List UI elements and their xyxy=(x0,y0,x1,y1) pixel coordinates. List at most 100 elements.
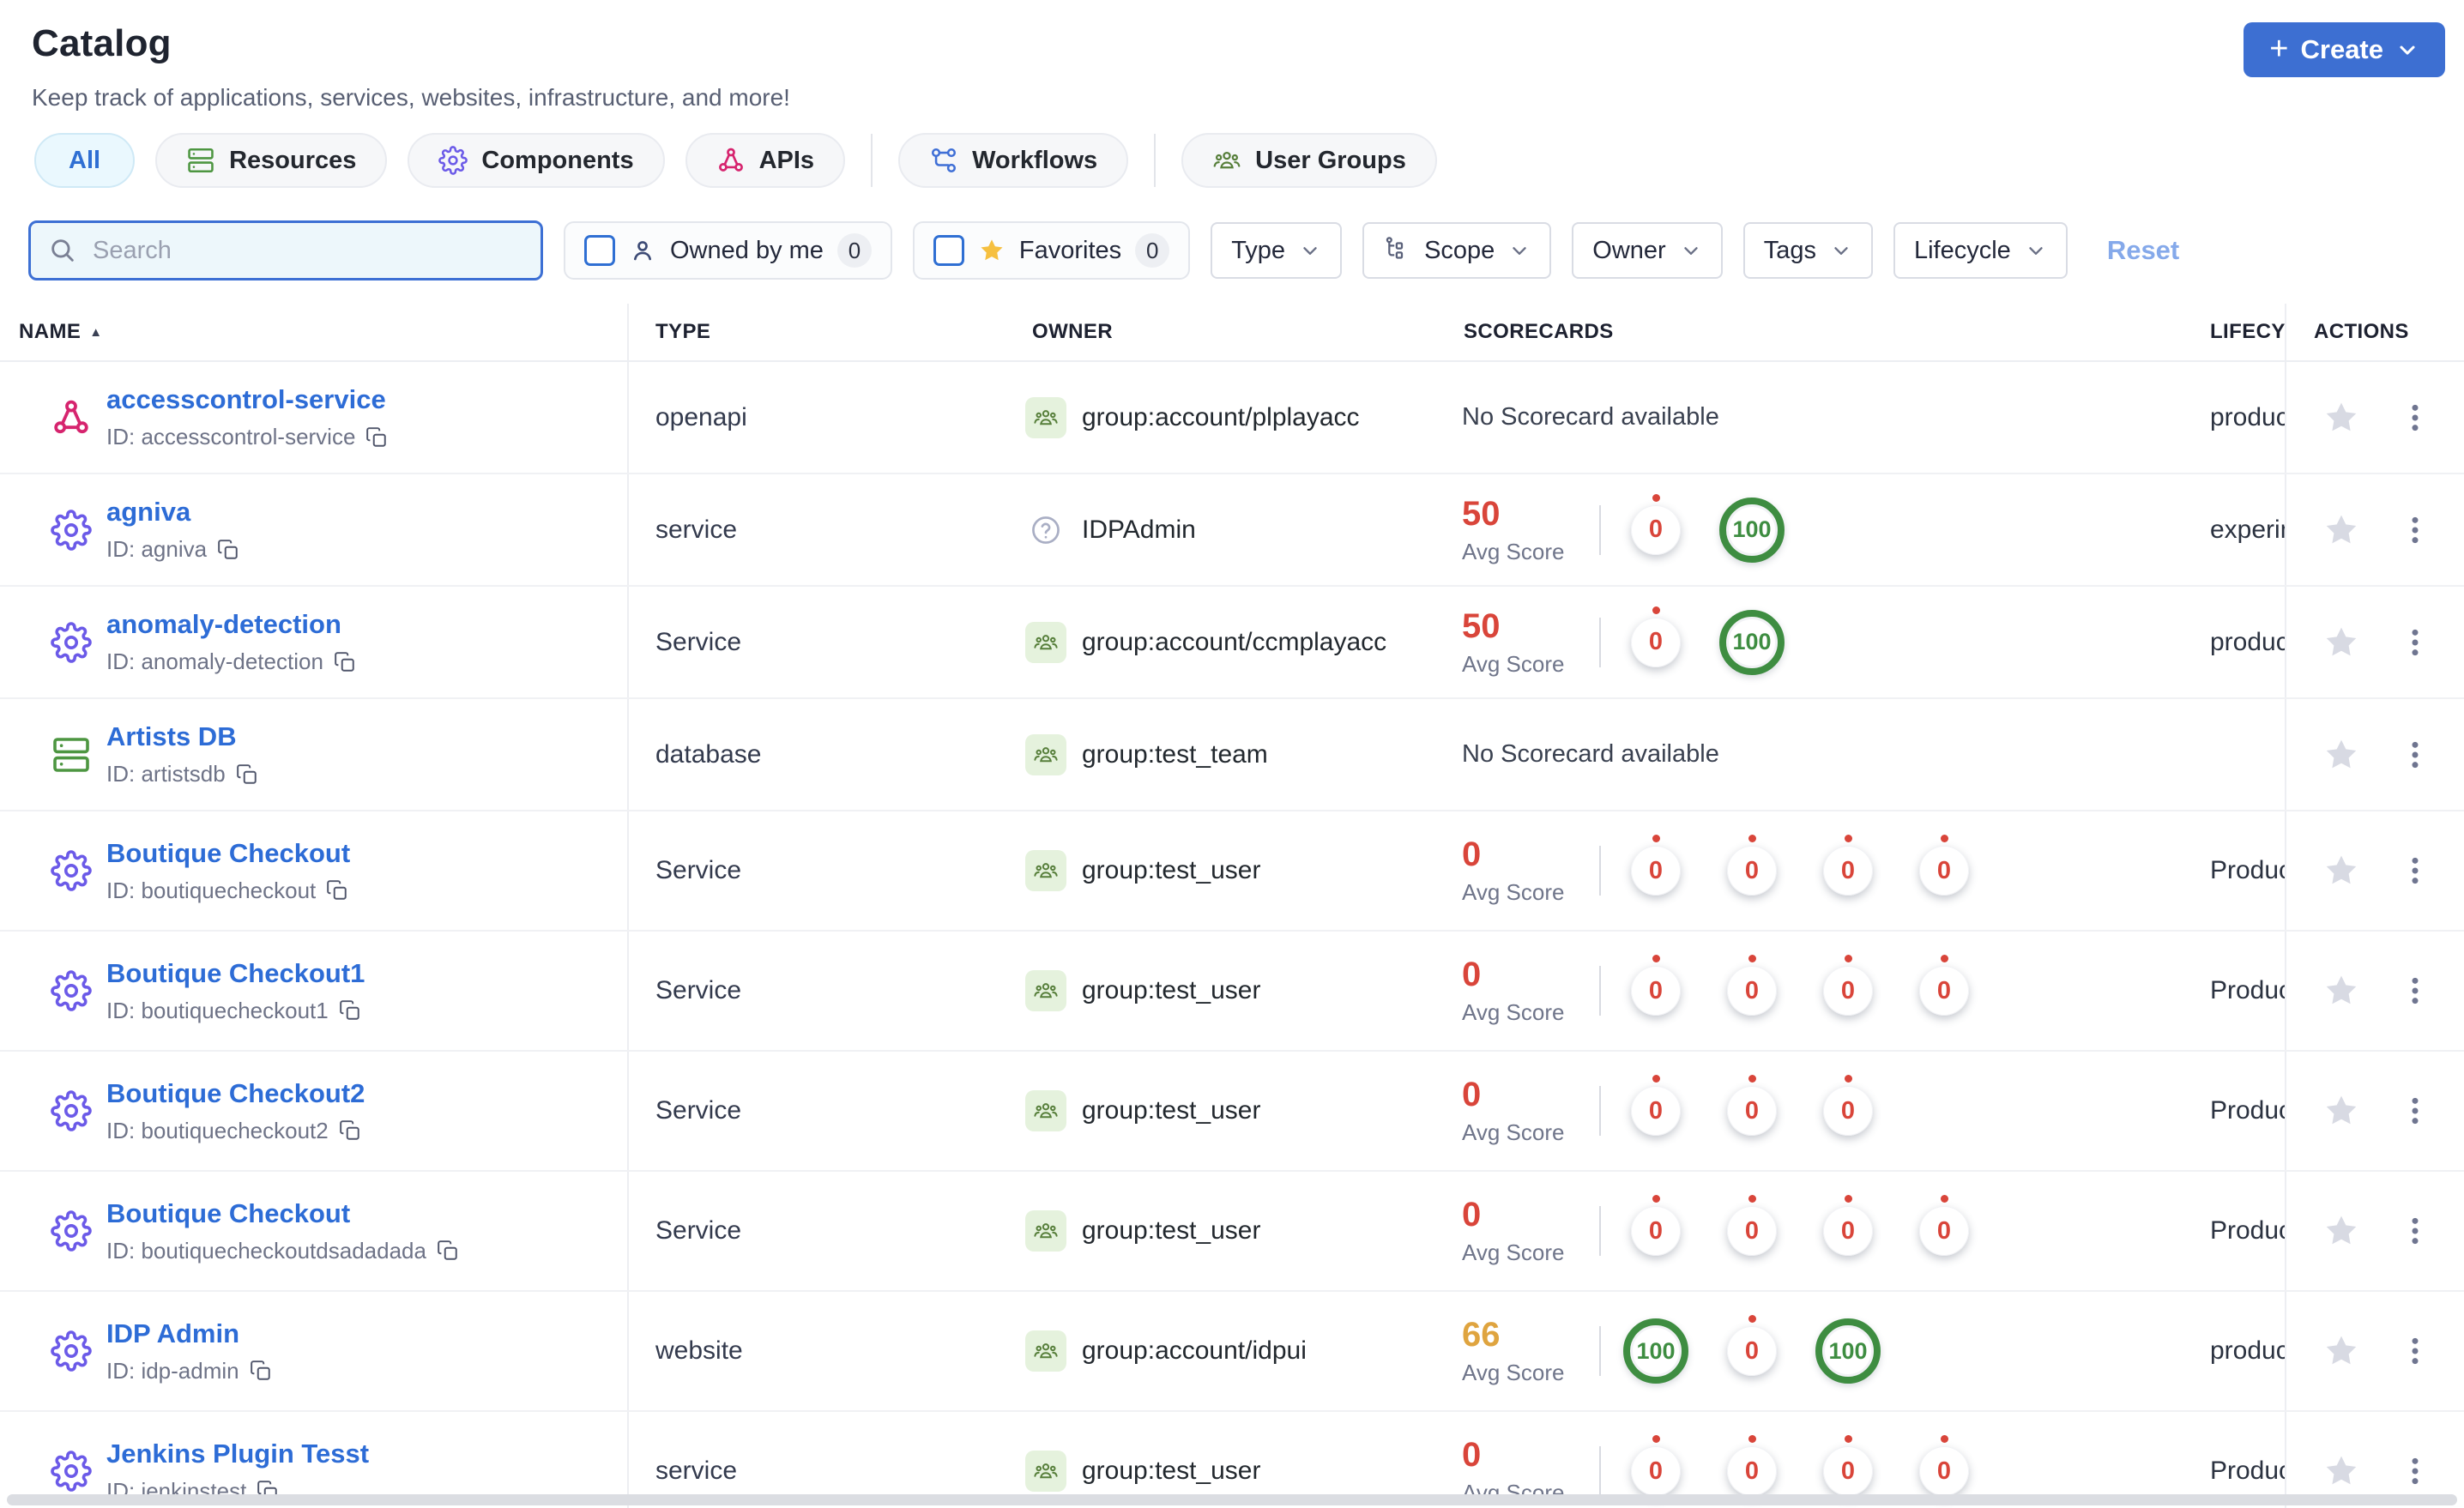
row-menu-kebab-icon[interactable] xyxy=(2398,401,2432,435)
scope-dropdown[interactable]: Scope xyxy=(1362,222,1552,279)
row-menu-kebab-icon[interactable] xyxy=(2398,974,2432,1008)
favorite-toggle-star-icon[interactable] xyxy=(2322,1092,2360,1130)
owned-by-me-checkbox[interactable] xyxy=(584,235,615,266)
gear-icon xyxy=(49,1451,94,1492)
scorecard-ring-0[interactable]: 0 xyxy=(1719,1195,1785,1265)
scorecard-ring-0[interactable]: 0 xyxy=(1911,835,1977,905)
favorite-toggle-star-icon[interactable] xyxy=(2322,736,2360,774)
scorecard-ring-100[interactable]: 100 xyxy=(1815,1317,1881,1385)
search-input[interactable] xyxy=(93,236,523,265)
scorecard-ring-0[interactable]: 0 xyxy=(1623,835,1688,905)
copy-icon[interactable] xyxy=(326,879,348,902)
favorites-checkbox[interactable] xyxy=(933,235,964,266)
table-header-row: NAME ▲ TYPE OWNER SCORECARDS LIFECYCLE A… xyxy=(0,304,2464,362)
favorite-toggle-star-icon[interactable] xyxy=(2322,624,2360,661)
entity-name-link[interactable]: Boutique Checkout1 xyxy=(106,958,365,988)
row-menu-kebab-icon[interactable] xyxy=(2398,1214,2432,1248)
scorecard-ring-0[interactable]: 0 xyxy=(1623,1195,1688,1265)
scorecard-ring-0[interactable]: 0 xyxy=(1623,606,1688,677)
entity-name-link[interactable]: anomaly-detection xyxy=(106,609,341,639)
scorecard-ring-100[interactable]: 100 xyxy=(1719,608,1785,677)
tab-apis[interactable]: APIs xyxy=(685,133,846,188)
entity-name-link[interactable]: Boutique Checkout xyxy=(106,838,350,868)
owner-cell: group:test_team xyxy=(1025,733,1458,775)
owner-cell: group:account/ccmplayacc xyxy=(1025,621,1458,663)
scorecard-ring-0[interactable]: 0 xyxy=(1815,1075,1881,1145)
entity-name-link[interactable]: Jenkins Plugin Tesst xyxy=(106,1439,369,1469)
column-header-lifecycle[interactable]: LIFECYCLE xyxy=(2198,304,2286,360)
scorecard-ring-0[interactable]: 0 xyxy=(1719,1315,1785,1385)
scorecards-cell: 66 Avg Score 100 0 100 xyxy=(1458,1315,2198,1386)
tab-user-groups[interactable]: User Groups xyxy=(1181,133,1437,188)
lifecycle-cell: Production xyxy=(2198,1052,2286,1170)
copy-icon[interactable] xyxy=(365,426,388,449)
entity-name-link[interactable]: agniva xyxy=(106,497,190,527)
column-header-name[interactable]: NAME ▲ xyxy=(0,304,629,360)
scorecard-ring-0[interactable]: 0 xyxy=(1623,1075,1688,1145)
scorecard-ring-0[interactable]: 0 xyxy=(1623,955,1688,1025)
entity-name-link[interactable]: Boutique Checkout xyxy=(106,1198,350,1228)
column-header-owner[interactable]: OWNER xyxy=(1025,320,1458,344)
favorite-toggle-star-icon[interactable] xyxy=(2322,1212,2360,1250)
owned-by-me-filter[interactable]: Owned by me 0 xyxy=(564,221,892,280)
tab-resources[interactable]: Resources xyxy=(155,133,388,188)
scorecard-ring-0[interactable]: 0 xyxy=(1815,955,1881,1025)
tab-components[interactable]: Components xyxy=(408,133,665,188)
entity-name-link[interactable]: accesscontrol-service xyxy=(106,384,386,414)
copy-icon[interactable] xyxy=(339,999,361,1022)
favorite-toggle-star-icon[interactable] xyxy=(2322,1332,2360,1370)
row-menu-kebab-icon[interactable] xyxy=(2398,738,2432,772)
tab-all[interactable]: All xyxy=(34,133,136,188)
zero-progress-dot xyxy=(1845,1435,1852,1443)
column-header-type[interactable]: TYPE xyxy=(629,320,1025,344)
reset-filters-link[interactable]: Reset xyxy=(2107,235,2179,266)
scorecard-ring-0[interactable]: 0 xyxy=(1911,955,1977,1025)
favorite-toggle-star-icon[interactable] xyxy=(2322,972,2360,1010)
scorecard-ring-0[interactable]: 0 xyxy=(1719,955,1785,1025)
scorecard-ring-100[interactable]: 100 xyxy=(1623,1317,1688,1385)
entity-name-link[interactable]: Boutique Checkout2 xyxy=(106,1078,365,1108)
row-menu-kebab-icon[interactable] xyxy=(2398,625,2432,660)
scorecard-ring-0[interactable]: 0 xyxy=(1815,1195,1881,1265)
type-cell: Service xyxy=(655,976,742,1004)
copy-icon[interactable] xyxy=(437,1240,459,1262)
row-menu-kebab-icon[interactable] xyxy=(2398,1454,2432,1488)
scorecard-ring-0[interactable]: 0 xyxy=(1719,1075,1785,1145)
tags-dropdown[interactable]: Tags xyxy=(1742,222,1873,279)
favorite-toggle-star-icon[interactable] xyxy=(2322,1452,2360,1490)
actions-cell xyxy=(2286,511,2464,549)
scorecard-ring-0[interactable]: 0 xyxy=(1911,1195,1977,1265)
zero-progress-dot xyxy=(1941,1195,1948,1203)
row-menu-kebab-icon[interactable] xyxy=(2398,1094,2432,1128)
lifecycle-dropdown[interactable]: Lifecycle xyxy=(1893,222,2068,279)
row-menu-kebab-icon[interactable] xyxy=(2398,1334,2432,1368)
favorite-toggle-star-icon[interactable] xyxy=(2322,399,2360,437)
copy-icon[interactable] xyxy=(339,1119,361,1142)
copy-icon[interactable] xyxy=(217,539,239,561)
favorite-toggle-star-icon[interactable] xyxy=(2322,852,2360,890)
create-button[interactable]: + Create xyxy=(2244,22,2445,77)
table-row: accesscontrol-service ID: accesscontrol-… xyxy=(0,362,2464,474)
tab-workflows[interactable]: Workflows xyxy=(898,133,1129,188)
type-dropdown[interactable]: Type xyxy=(1211,222,1343,279)
favorite-toggle-star-icon[interactable] xyxy=(2322,511,2360,549)
type-cell: Service xyxy=(655,627,742,656)
horizontal-scrollbar[interactable] xyxy=(7,1494,2457,1505)
copy-icon[interactable] xyxy=(250,1360,272,1382)
row-menu-kebab-icon[interactable] xyxy=(2398,854,2432,888)
favorites-filter[interactable]: Favorites 0 xyxy=(912,221,1191,280)
owner-dropdown[interactable]: Owner xyxy=(1572,222,1723,279)
row-menu-kebab-icon[interactable] xyxy=(2398,513,2432,547)
scorecard-ring-0[interactable]: 0 xyxy=(1815,835,1881,905)
copy-icon[interactable] xyxy=(236,763,258,786)
column-header-scorecards[interactable]: SCORECARDS xyxy=(1458,320,2198,344)
scorecard-ring-0[interactable]: 0 xyxy=(1719,835,1785,905)
avg-score-label: Avg Score xyxy=(1462,538,1565,564)
search-box[interactable] xyxy=(28,220,543,280)
scorecard-ring-100[interactable]: 100 xyxy=(1719,496,1785,564)
entity-name-link[interactable]: IDP Admin xyxy=(106,1318,239,1348)
entity-name-link[interactable]: Artists DB xyxy=(106,721,237,751)
avg-score-block: 50 Avg Score xyxy=(1462,607,1592,678)
copy-icon[interactable] xyxy=(334,651,356,673)
scorecard-ring-0[interactable]: 0 xyxy=(1623,493,1688,564)
